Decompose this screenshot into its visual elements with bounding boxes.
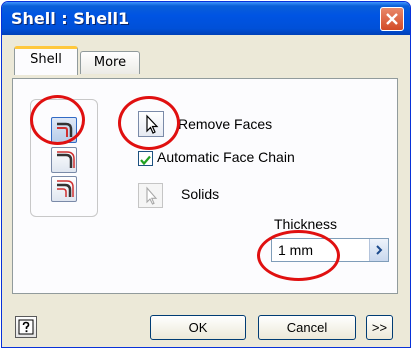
solids-label: Solids (181, 186, 220, 202)
tab-shell[interactable]: Shell (14, 46, 78, 75)
checkmark-icon (140, 155, 151, 166)
shell-outside-button[interactable] (51, 147, 77, 173)
remove-faces-label: Remove Faces (178, 116, 273, 132)
cancel-button[interactable]: Cancel (258, 315, 356, 340)
more-button[interactable]: >> (366, 315, 393, 340)
annotation-ring (257, 230, 340, 281)
spin-arrow-icon (376, 245, 383, 255)
shell-outside-icon (57, 151, 75, 168)
annotation-ring (118, 96, 180, 150)
automatic-face-chain-checkbox[interactable] (138, 151, 153, 166)
close-button[interactable] (380, 7, 404, 31)
annotation-ring (30, 95, 85, 145)
cursor-select-icon (146, 186, 158, 205)
solids-button[interactable] (138, 183, 163, 208)
thickness-spin-button[interactable] (369, 239, 388, 261)
window-title: Shell : Shell1 (11, 9, 130, 28)
automatic-face-chain-label: Automatic Face Chain (157, 149, 295, 165)
close-icon (386, 13, 398, 25)
shell-both-icon (57, 180, 74, 197)
ok-button[interactable]: OK (150, 315, 246, 340)
tab-more[interactable]: More (80, 51, 140, 74)
shell-both-button[interactable] (51, 176, 77, 202)
help-icon (18, 319, 34, 335)
title-bar[interactable]: Shell : Shell1 (2, 2, 410, 35)
help-button[interactable] (15, 316, 37, 338)
